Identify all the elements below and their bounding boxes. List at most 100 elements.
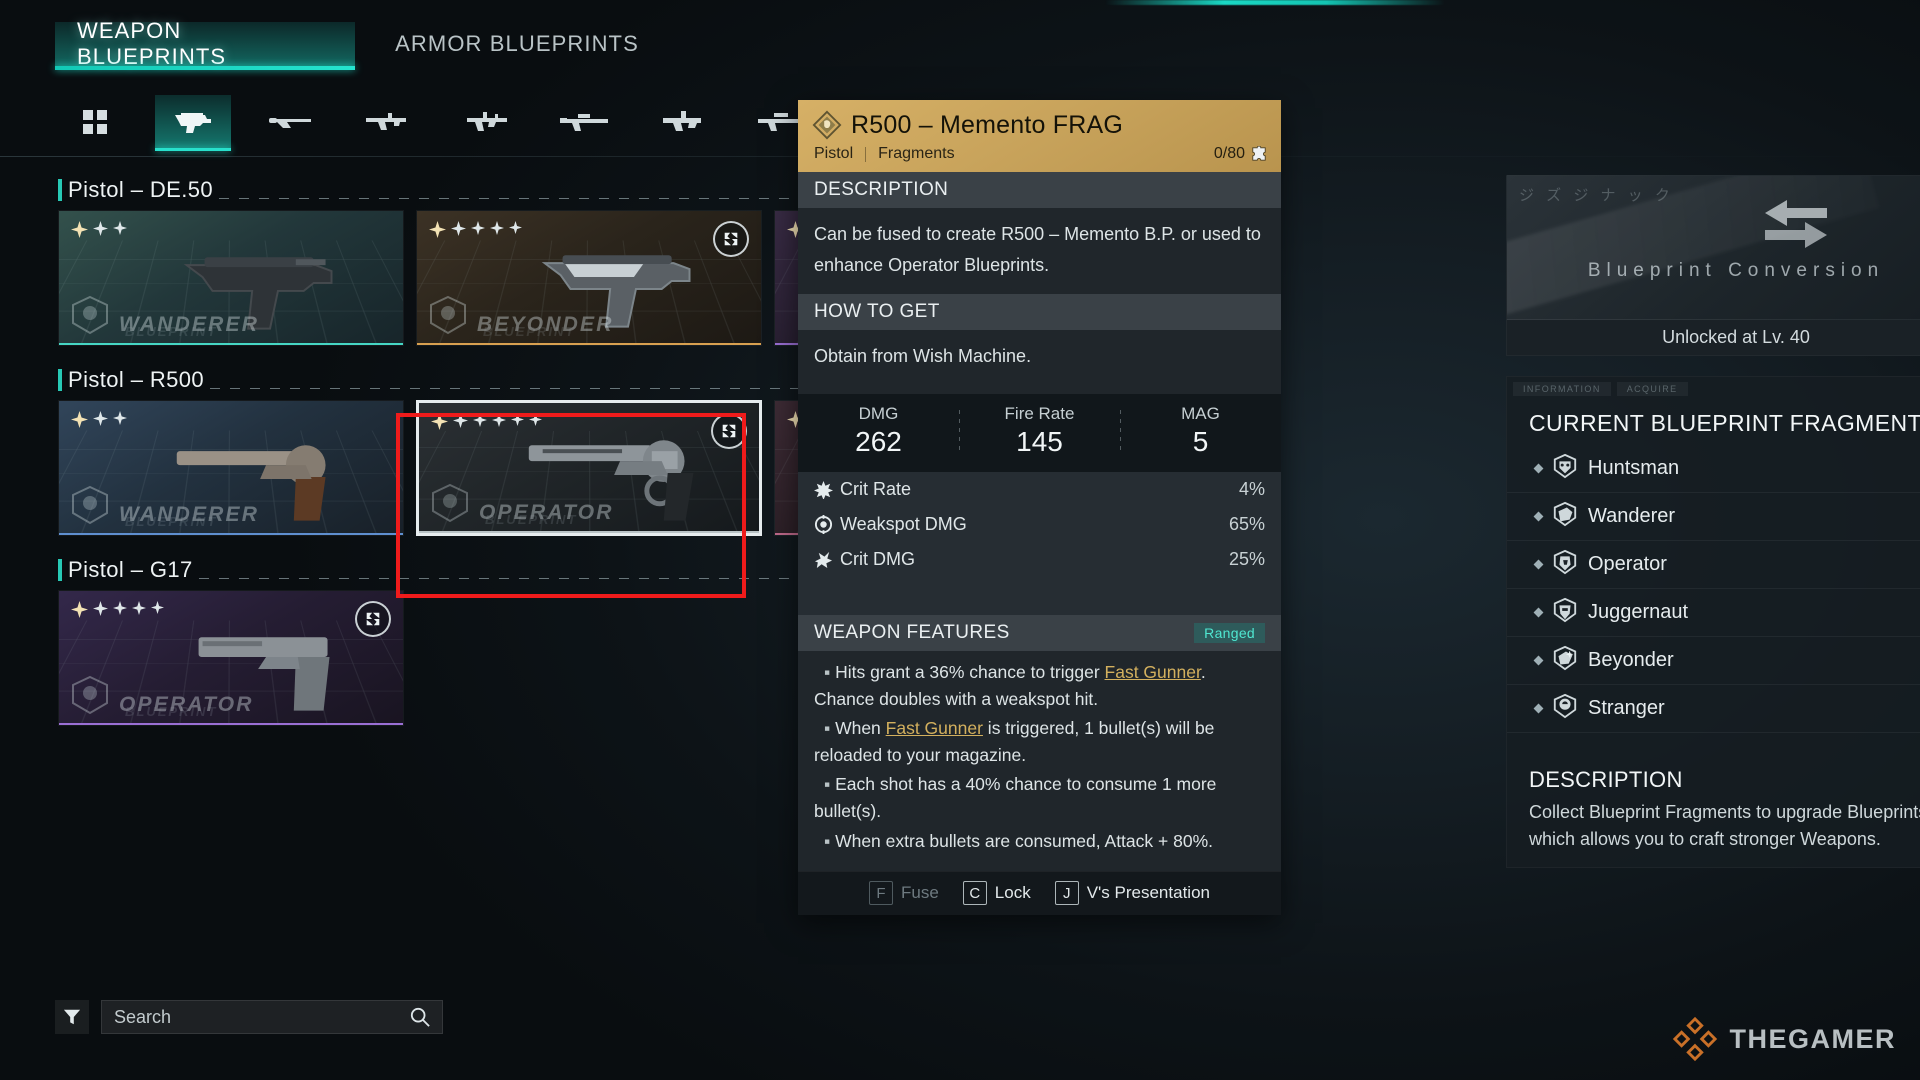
fragment-name: Huntsman [1588, 457, 1680, 479]
conversion-title: Blueprint Conversion [1587, 260, 1885, 281]
card-row: WANDERER BLUEPRINT [0, 210, 1120, 346]
feature-item: ▪ When Fast Gunner is triggered, 1 bulle… [814, 715, 1265, 769]
shotgun-icon[interactable] [253, 95, 329, 149]
fragment-item-huntsman[interactable]: Huntsman [1507, 445, 1920, 493]
stat-mag: MAG 5 [1120, 404, 1281, 458]
operator-emblem-icon [1552, 549, 1578, 580]
bullet-icon [1533, 703, 1544, 714]
fragment-item-beyonder[interactable]: Beyonder [1507, 637, 1920, 685]
search-row [55, 1000, 443, 1034]
feature-text-a: When extra bullets are consumed, Attack … [835, 830, 1213, 851]
fragments-title: CURRENT BLUEPRINT FRAGMENTS [1529, 410, 1920, 436]
fragment-item-stranger[interactable]: Stranger [1507, 685, 1920, 733]
fragment-item-juggernaut[interactable]: Juggernaut [1507, 589, 1920, 637]
blueprint-label: OPERATOR BLUEPRINT [69, 675, 254, 719]
search-input[interactable] [102, 1006, 410, 1028]
smg-icon[interactable] [351, 95, 427, 149]
feature-link-fast-gunner[interactable]: Fast Gunner [886, 718, 983, 738]
fragment-name: Juggernaut [1588, 601, 1689, 623]
blueprint-subtitle: BLUEPRINT [485, 512, 578, 527]
fragments-panel-tabs: INFORMATION ACQUIRE [1507, 377, 1920, 396]
game-screen: WEAPON BLUEPRINTS ARMOR BLUEPRINTS Pisto… [0, 0, 1920, 1080]
blueprint-card[interactable]: WANDERER BLUEPRINT [58, 400, 404, 536]
tooltip-primary-stats: DMG 262 Fire Rate 145 MAG 5 [798, 393, 1281, 472]
thegamer-watermark: THEGAMER [1672, 1016, 1897, 1062]
feature-bullet: ▪ [824, 830, 836, 851]
conversion-decorative-glyphs: ジ ズ ジ ナ ッ ク [1519, 187, 1674, 204]
bullet-icon [1533, 463, 1544, 474]
modifier-row-crit-rate: Crit Rate 4% [798, 471, 1281, 507]
tab-weapon-blueprints-label: WEAPON BLUEPRINTS [77, 18, 227, 69]
tab-weapon-blueprints[interactable]: WEAPON BLUEPRINTS [55, 18, 355, 70]
filter-icon[interactable] [55, 1000, 89, 1034]
tooltip-fragment-count-value: 0/80 [1213, 145, 1245, 162]
blueprint-card[interactable]: BEYONDER BLUEPRINT [416, 210, 762, 346]
panel-tab-acquire[interactable]: ACQUIRE [1616, 382, 1688, 396]
bullet-icon [1533, 511, 1544, 522]
all-categories-icon[interactable] [57, 95, 133, 149]
search-icon[interactable] [410, 1007, 430, 1027]
blueprint-card-selected[interactable]: OPERATOR BLUEPRINT [416, 400, 762, 536]
modifier-row-weakspot-dmg: Weakspot DMG 65% [798, 506, 1281, 542]
tooltip-weapon-type: Pistol [814, 145, 854, 162]
crit-dmg-icon [814, 550, 840, 569]
group-divider [210, 387, 800, 389]
tooltip-header: R500 – Memento FRAG Pistol Fragments 0/8… [798, 100, 1281, 172]
feature-item: ▪ When extra bullets are consumed, Attac… [814, 828, 1265, 855]
conversion-arrows-icon [1757, 196, 1835, 259]
blueprint-label: BEYONDER BLUEPRINT [427, 295, 614, 339]
blueprint-subtitle: BLUEPRINT [125, 324, 218, 339]
tooltip-fragment-count: 0/80 [1214, 145, 1267, 163]
marksman-rifle-icon[interactable] [547, 95, 623, 149]
feature-link-fast-gunner[interactable]: Fast Gunner [1105, 662, 1201, 682]
blueprint-group: Pistol – R500 WANDERER BLUEPRINT OPERATO… [0, 360, 1120, 536]
bullet-icon [1533, 559, 1544, 570]
stat-fire-rate-value: 145 [1016, 425, 1063, 457]
blueprint-conversion-card[interactable]: ジ ズ ジ ナ ッ ク Blueprint Conversion [1506, 175, 1920, 320]
fragment-item-wanderer[interactable]: Wanderer [1507, 493, 1920, 541]
tooltip-description-header-label: DESCRIPTION [814, 179, 949, 200]
key-prompt-fuse[interactable]: F Fuse [869, 881, 939, 906]
key-cap-c: C [962, 881, 987, 906]
key-cap-j: J [1054, 881, 1079, 906]
blueprint-card[interactable]: WANDERER BLUEPRINT [58, 210, 404, 346]
blueprint-card[interactable]: OPERATOR BLUEPRINT [58, 590, 404, 726]
card-row: WANDERER BLUEPRINT [0, 400, 1120, 536]
search-input-wrapper[interactable] [101, 1000, 443, 1034]
bullet-icon [1533, 607, 1544, 618]
blueprint-label: OPERATOR BLUEPRINT [429, 483, 614, 527]
group-accent-bar [58, 369, 62, 391]
pistol-icon[interactable] [155, 95, 231, 151]
blueprint-subtitle: BLUEPRINT [125, 704, 218, 719]
stranger-emblem-icon [1552, 693, 1578, 724]
stat-fire-rate-label: Fire Rate [1004, 403, 1075, 423]
feature-text-a: Hits grant a 36% chance to trigger [835, 661, 1105, 682]
fragment-item-operator[interactable]: Operator [1507, 541, 1920, 589]
item-tooltip: R500 – Memento FRAG Pistol Fragments 0/8… [798, 100, 1281, 915]
feature-text-a: Each shot has a 40% chance to consume 1 … [814, 774, 1217, 822]
panel-tab-information[interactable]: INFORMATION [1513, 382, 1611, 396]
thegamer-logo-icon [1672, 1016, 1717, 1062]
stat-dmg-label: DMG [858, 403, 899, 423]
modifier-label: Crit DMG [840, 548, 915, 569]
key-prompt-presentation[interactable]: J V's Presentation [1054, 881, 1210, 906]
tab-armor-blueprints[interactable]: ARMOR BLUEPRINTS [372, 22, 662, 66]
fragments-description-body: Collect Blueprint Fragments to upgrade B… [1529, 802, 1920, 849]
key-prompt-lock-label: Lock [994, 883, 1031, 903]
weakspot-dmg-icon [814, 514, 840, 534]
tooltip-howtoget-body: Obtain from Wish Machine. [814, 345, 1032, 366]
key-prompt-lock[interactable]: C Lock [962, 881, 1031, 906]
lmg-icon[interactable] [645, 95, 721, 149]
key-prompt-presentation-label: V's Presentation [1086, 883, 1210, 903]
tooltip-features-header-label: WEAPON FEATURES [814, 621, 1010, 643]
feature-bullet: ▪ [824, 661, 836, 682]
group-title: Pistol – R500 [68, 367, 205, 392]
tooltip-description-body: Can be fused to create R500 – Memento B.… [814, 224, 1261, 275]
group-divider [198, 577, 800, 579]
tooltip-spacer [798, 576, 1281, 615]
blueprint-list[interactable]: Pistol – DE.50 WANDERER BLUEPRINT BEYOND… [0, 170, 1120, 970]
assault-rifle-icon[interactable] [449, 95, 525, 149]
blueprint-group: Pistol – G17 OPERATOR BLUEPRINT [0, 550, 800, 726]
juggernaut-emblem-icon [1552, 597, 1578, 628]
card-accent [419, 531, 759, 533]
